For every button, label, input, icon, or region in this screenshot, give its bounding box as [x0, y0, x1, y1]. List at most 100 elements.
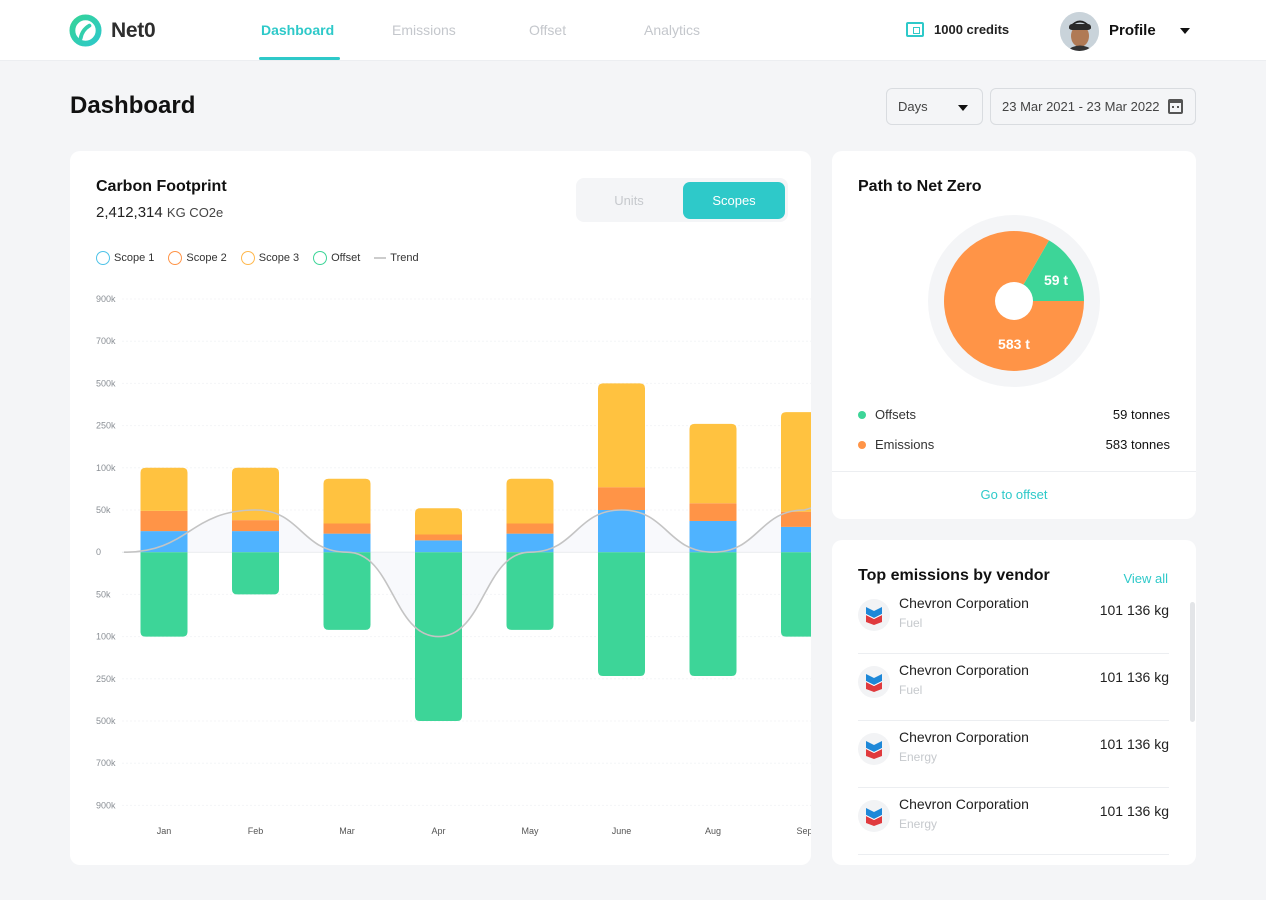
- bar-scope-1: [140, 531, 188, 553]
- legend-marker: [96, 251, 110, 265]
- x-tick-label: Feb: [248, 826, 264, 836]
- bar-scope-2: [415, 534, 462, 541]
- legend-label: Trend: [390, 252, 419, 264]
- divider: [832, 471, 1196, 472]
- vendor-category: Energy: [899, 750, 938, 764]
- x-tick-label: Apr: [431, 826, 445, 836]
- bar-scope-2: [232, 520, 279, 532]
- offsets-row: Offsets 59 tonnes: [858, 407, 1170, 422]
- legend-label: Scope 2: [186, 252, 227, 264]
- y-tick-label: 900k: [96, 294, 116, 304]
- legend-offset[interactable]: Offset: [313, 251, 360, 265]
- chevron-logo-icon: [858, 599, 890, 631]
- vendor-row[interactable]: Chevron Corporation Energy 101 136 kg: [858, 721, 1169, 788]
- vendor-row[interactable]: Chevron Corporation Energy 101 136 kg: [858, 788, 1169, 855]
- bar-offset: [232, 552, 279, 595]
- bar-scope-2: [323, 523, 371, 534]
- vendor-row[interactable]: Chevron Corporation Fuel 101 136 kg: [858, 587, 1169, 654]
- legend-marker: [374, 257, 387, 259]
- vendor-row[interactable]: Chevron Corporation Fuel 101 136 kg: [858, 654, 1169, 721]
- slice-label-offsets: 59 t: [1044, 272, 1068, 288]
- carbon-footprint-chart: 900k 700k 500k 250k 100k 50k 0 50k 100k 250k 500k 7…: [96, 294, 811, 836]
- x-tick-label: Sep: [796, 826, 811, 836]
- bar-scope-3: [598, 383, 645, 488]
- date-range-picker[interactable]: 23 Mar 2021 - 23 Mar 2022: [990, 88, 1196, 125]
- footprint-total-value: 2,412,314: [96, 204, 163, 221]
- y-tick-label: 0: [96, 547, 101, 557]
- page-title: Dashboard: [70, 92, 196, 119]
- legend-trend[interactable]: Trend: [374, 252, 419, 264]
- bar-scope-3: [415, 508, 462, 535]
- vendor-name: Chevron Corporation: [899, 595, 1029, 611]
- vendor-list-scrollbar[interactable]: [1190, 602, 1195, 722]
- active-tab-indicator: [259, 57, 340, 60]
- go-to-offset-link[interactable]: Go to offset: [832, 487, 1196, 502]
- legend-scope-3[interactable]: Scope 3: [240, 251, 299, 265]
- bar-scope-2: [689, 503, 737, 521]
- view-all-link[interactable]: View all: [1123, 571, 1168, 586]
- vendor-category: Fuel: [899, 683, 923, 697]
- bar-scope-1: [781, 526, 811, 553]
- bar-scope-3: [323, 478, 371, 524]
- emissions-dot-icon: [858, 440, 866, 449]
- slice-label-emissions: 583 t: [998, 336, 1030, 352]
- legend-scope-2[interactable]: Scope 2: [168, 251, 227, 265]
- date-range-value: 23 Mar 2021 - 23 Mar 2022: [1002, 99, 1160, 114]
- bar-offset: [506, 552, 554, 630]
- top-navbar: Net0 Dashboard Emissions Offset Analytic…: [0, 0, 1266, 61]
- offsets-value: 59 tonnes: [1112, 407, 1170, 422]
- leaf-logo-icon: [69, 14, 102, 47]
- period-select-value: Days: [898, 99, 928, 114]
- y-tick-label: 500k: [96, 378, 116, 388]
- toggle-units[interactable]: Units: [578, 182, 680, 219]
- y-tick-label: 100k: [96, 463, 116, 473]
- card-title: Path to Net Zero: [858, 178, 982, 195]
- path-to-net-zero-card: Path to Net Zero 59 t 583 t Offsets 59 to…: [832, 151, 1196, 519]
- legend-scope-1[interactable]: Scope 1: [96, 251, 154, 265]
- nav-tab-dashboard[interactable]: Dashboard: [261, 22, 334, 38]
- vendor-emissions: 101 136 kg: [1099, 803, 1169, 819]
- y-tick-label: 250k: [96, 421, 116, 431]
- chevron-down-icon: [958, 105, 968, 111]
- card-title: Top emissions by vendor: [858, 567, 1050, 584]
- profile-dropdown-icon[interactable]: [1180, 28, 1190, 34]
- credits-balance[interactable]: 1000 credits: [906, 22, 1009, 37]
- nav-tab-emissions[interactable]: Emissions: [392, 22, 456, 38]
- vendor-name: Chevron Corporation: [899, 662, 1029, 678]
- bar-scope-3: [781, 412, 811, 512]
- bar-scope-3: [689, 423, 737, 504]
- bar-offset: [689, 552, 737, 676]
- offsets-dot-icon: [858, 410, 866, 419]
- user-avatar-icon: [1060, 12, 1099, 51]
- x-tick-label: May: [521, 826, 539, 836]
- nav-tab-offset[interactable]: Offset: [529, 22, 566, 38]
- chevron-logo-icon: [858, 733, 890, 765]
- bar-offset: [323, 552, 371, 630]
- emissions-row: Emissions 583 tonnes: [858, 437, 1170, 452]
- emissions-label: Emissions: [875, 437, 935, 452]
- donut-chart: 59 t 583 t: [928, 215, 1100, 387]
- bar-scope-1: [598, 510, 645, 553]
- logo[interactable]: Net0: [69, 14, 156, 47]
- vendor-name: Chevron Corporation: [899, 729, 1029, 745]
- y-tick-label: 500k: [96, 716, 116, 726]
- bar-scope-1: [232, 531, 279, 553]
- view-toggle: Units Scopes: [576, 178, 788, 222]
- toggle-scopes[interactable]: Scopes: [683, 182, 785, 219]
- nav-tab-analytics[interactable]: Analytics: [644, 22, 700, 38]
- x-tick-label: June: [612, 826, 632, 836]
- calendar-icon: [1168, 99, 1183, 114]
- bar-scope-2: [506, 523, 554, 534]
- bar-offset: [781, 552, 811, 637]
- net-zero-donut: 59 t 583 t: [928, 215, 1100, 387]
- bar-scope-3: [506, 478, 554, 524]
- footprint-total: 2,412,314 KG CO2e: [96, 204, 223, 221]
- avatar[interactable]: [1060, 12, 1099, 51]
- legend-marker: [240, 251, 255, 265]
- period-select[interactable]: Days: [886, 88, 983, 125]
- legend-marker: [168, 251, 183, 265]
- bar-scope-2: [140, 510, 188, 532]
- profile-label[interactable]: Profile: [1109, 22, 1156, 39]
- app-name: Net0: [111, 18, 156, 42]
- bar-scope-3: [140, 467, 188, 511]
